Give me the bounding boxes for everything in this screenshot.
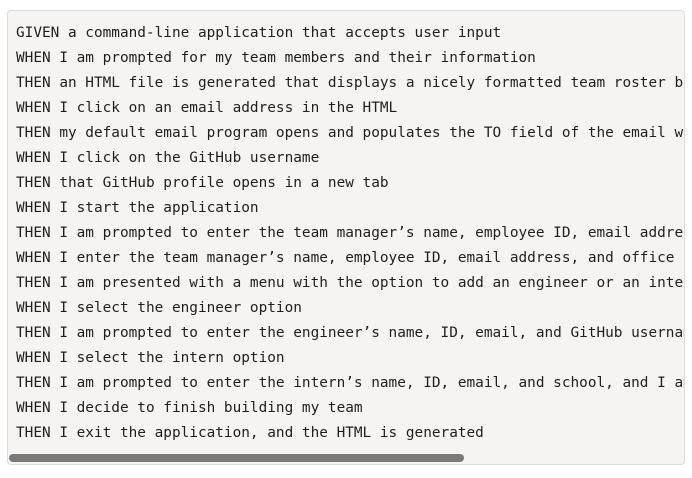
code-line: THEN I am prompted to enter the intern’s… — [16, 375, 684, 391]
code-block: GIVEN a command-line application that ac… — [7, 10, 685, 465]
code-line: GIVEN a command-line application that ac… — [16, 25, 502, 41]
code-line: THEN that GitHub profile opens in a new … — [16, 175, 389, 191]
code-line: WHEN I click on the GitHub username — [16, 150, 320, 166]
code-line: WHEN I am prompted for my team members a… — [16, 50, 536, 66]
code-scroll-area[interactable]: GIVEN a command-line application that ac… — [8, 11, 684, 450]
code-line: THEN I am prompted to enter the engineer… — [16, 325, 684, 341]
code-line: WHEN I select the engineer option — [16, 300, 302, 316]
horizontal-scrollbar-track[interactable] — [8, 450, 684, 464]
code-line: WHEN I click on an email address in the … — [16, 100, 398, 116]
code-line: WHEN I select the intern option — [16, 350, 285, 366]
code-line: THEN I am prompted to enter the team man… — [16, 225, 684, 241]
code-line: THEN my default email program opens and … — [16, 125, 684, 141]
code-line: THEN I am presented with a menu with the… — [16, 275, 684, 291]
code-line: WHEN I decide to finish building my team — [16, 400, 363, 416]
code-content: GIVEN a command-line application that ac… — [8, 11, 684, 450]
horizontal-scrollbar-thumb[interactable] — [9, 454, 464, 462]
code-line: WHEN I enter the team manager’s name, em… — [16, 250, 684, 266]
code-line: THEN I exit the application, and the HTM… — [16, 425, 484, 441]
code-line: THEN an HTML file is generated that disp… — [16, 75, 684, 91]
code-line: WHEN I start the application — [16, 200, 259, 216]
